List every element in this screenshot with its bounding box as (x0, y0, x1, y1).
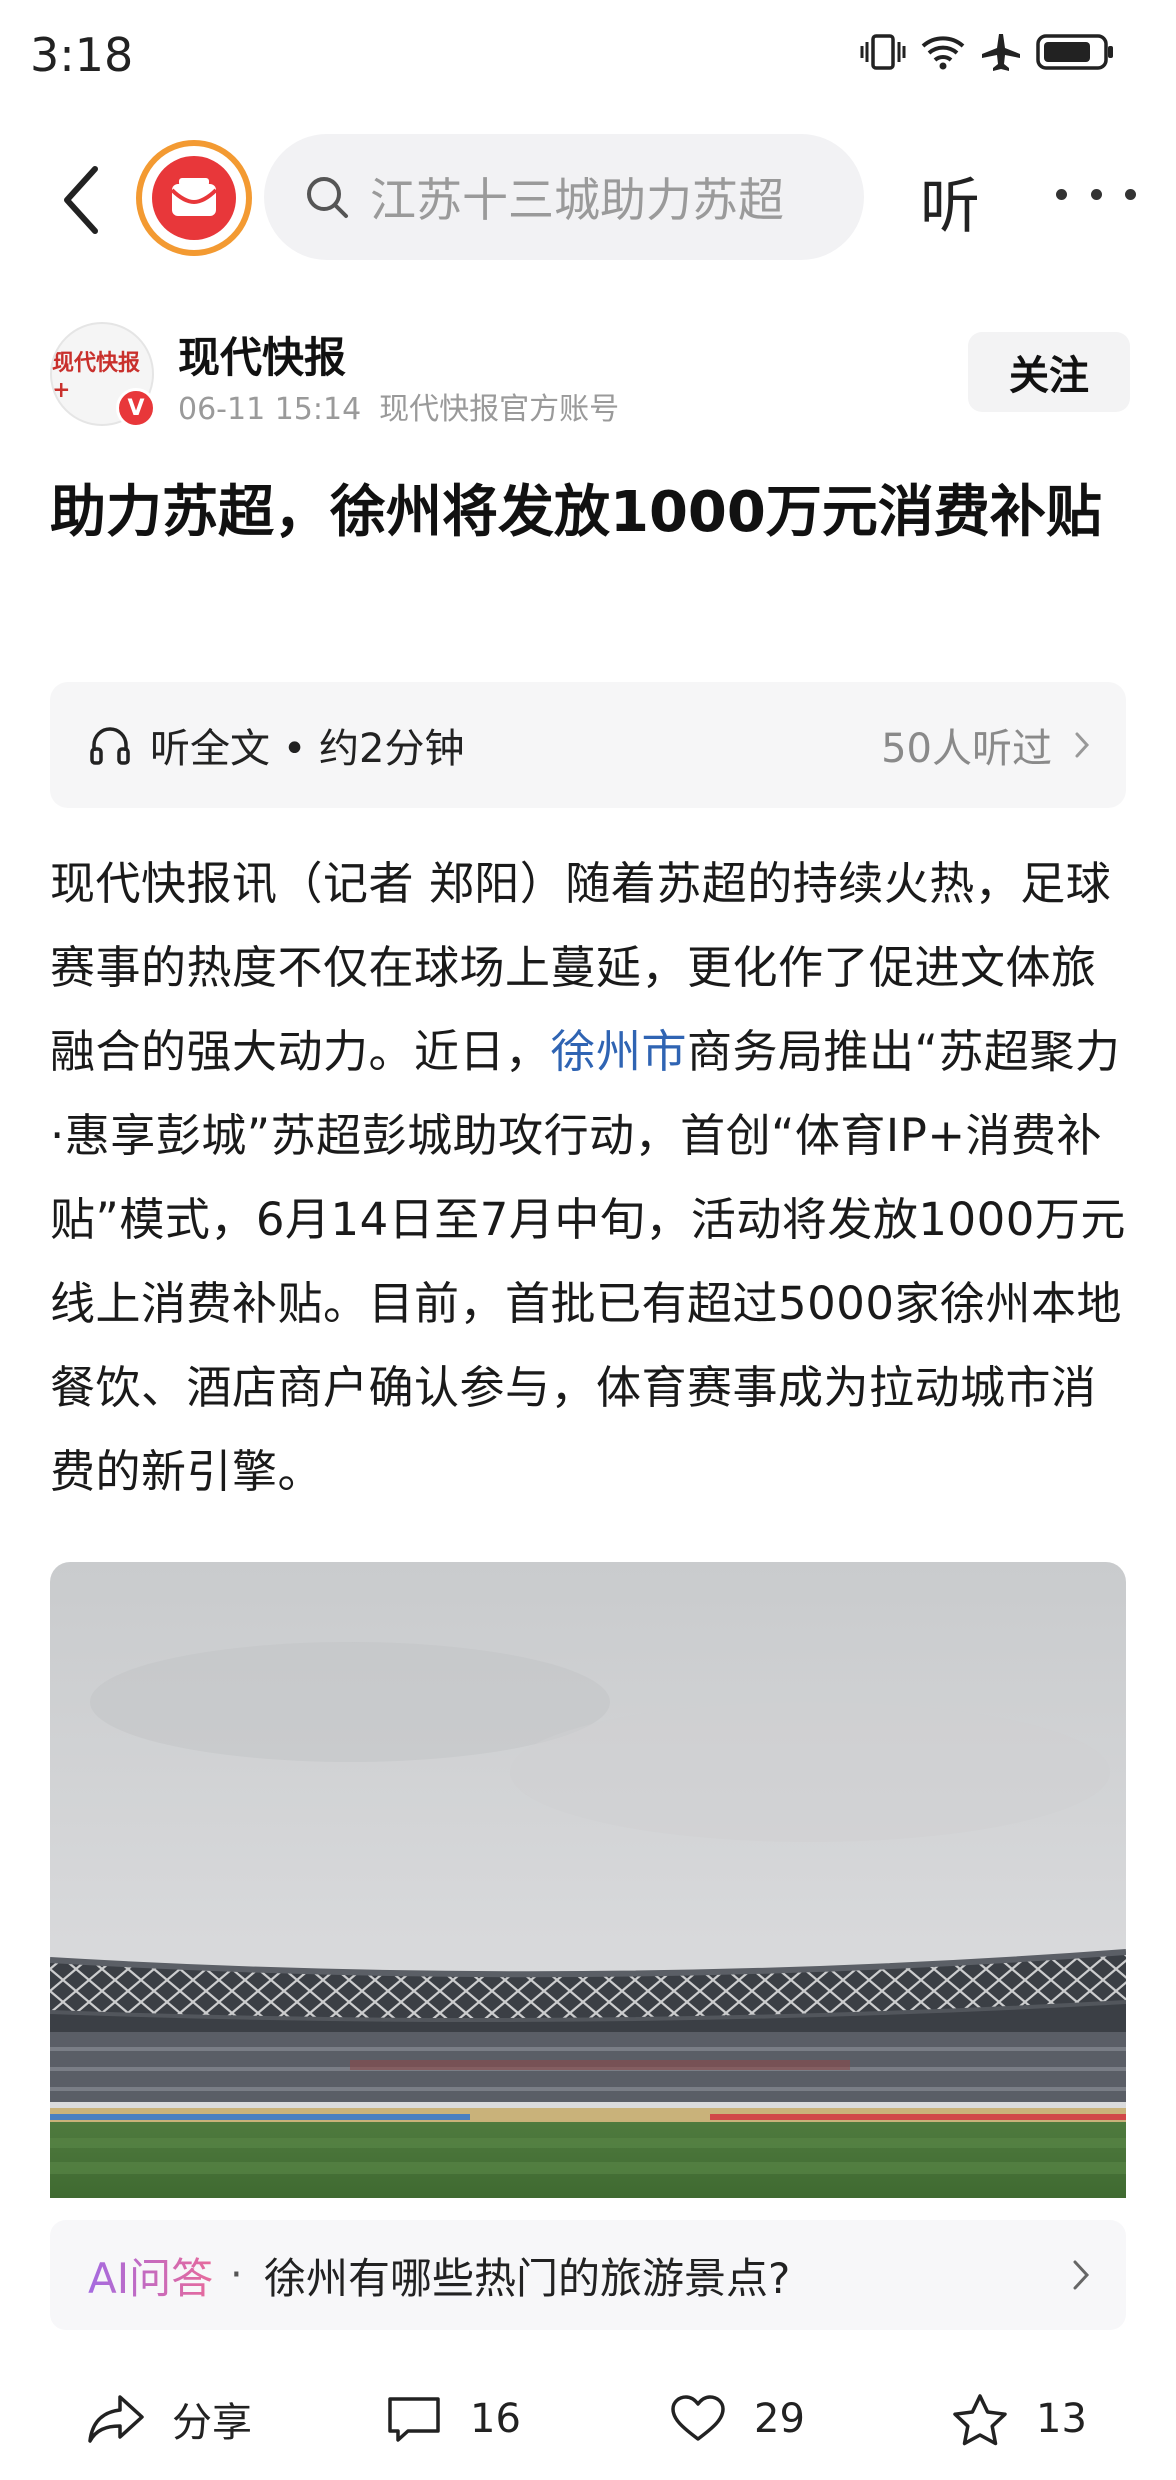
comment-icon (388, 2397, 440, 2442)
listen-duration-label: 听全文 • 约2分钟 (150, 726, 465, 772)
status-icons (860, 32, 1116, 72)
author-meta: 06-11 15:14 现代快报官方账号 (178, 384, 619, 428)
comment-count: 16 (470, 2396, 521, 2442)
heart-icon (671, 2395, 725, 2441)
more-dot-icon (1090, 188, 1102, 200)
status-bar: 3:18 (0, 0, 1176, 120)
listen-count-label: 50人听过 (881, 726, 1052, 772)
bottom-action-bar: 分享 16 29 13 (0, 2358, 1176, 2480)
app-logo-mark (152, 156, 236, 240)
top-bar: 江苏十三城助力苏超 听 (0, 130, 1176, 270)
back-button[interactable] (46, 160, 116, 240)
listen-count: 50人听过 (881, 682, 1090, 808)
vibrate-icon (860, 34, 906, 70)
body-text-part2: 商务局推出“苏超聚力·惠享彭城”苏超彭城助攻行动，首创“体育IP+消费补贴”模式… (50, 1025, 1126, 1498)
search-placeholder: 江苏十三城助力苏超 (370, 173, 784, 227)
more-dot-icon (1125, 188, 1136, 200)
share-icon (88, 2395, 144, 2443)
article-body: 现代快报讯（记者 郑阳）随着苏超的持续火热，足球赛事的热度不仅在球场上蔓延，更化… (50, 842, 1130, 1514)
ai-chevron (1072, 2220, 1090, 2330)
favorite-count: 13 (1036, 2396, 1087, 2442)
app-logo[interactable] (136, 140, 252, 256)
favorite-button[interactable]: 13 (950, 2358, 1087, 2480)
xuzhou-city-link[interactable]: 徐州市 (551, 1025, 688, 1078)
envelope-icon (170, 178, 218, 216)
author-name[interactable]: 现代快报 (178, 324, 346, 385)
more-dot-icon (1056, 188, 1067, 200)
listen-button[interactable]: 听 (920, 158, 980, 245)
article-image-stadium[interactable] (50, 1562, 1126, 2198)
stadium-image (50, 1562, 1126, 2198)
star-icon (953, 2394, 1007, 2446)
listen-full-text-bar[interactable]: 听全文 • 约2分钟 50人听过 (50, 682, 1126, 808)
follow-button[interactable]: 关注 (968, 332, 1130, 412)
like-count: 29 (754, 2396, 805, 2442)
wifi-icon (921, 36, 965, 70)
author-row: 现代快报+ V 现代快报 06-11 15:14 现代快报官方账号 关注 (50, 322, 1130, 432)
headphones-icon (90, 727, 130, 765)
listen-full-text: 听全文 • 约2分钟 (88, 682, 464, 808)
publish-date: 06-11 15:14 (178, 392, 362, 427)
back-arrow-icon (64, 166, 98, 234)
ai-question: 徐州有哪些热门的旅游景点? (264, 2253, 791, 2303)
verified-badge: V (116, 388, 156, 428)
status-time: 3:18 (30, 28, 134, 82)
airplane-mode-icon (982, 34, 1020, 71)
chevron-right-icon (1075, 732, 1090, 758)
ai-qa-label: AI问答 (88, 2220, 213, 2330)
battery-icon (1036, 34, 1113, 70)
share-label: 分享 (172, 2400, 252, 2446)
comment-button[interactable]: 16 (384, 2358, 521, 2480)
account-type: 现代快报官方账号 (379, 392, 620, 427)
share-button[interactable]: 分享 (86, 2358, 252, 2480)
ai-qa-bar[interactable]: AI问答 · 徐州有哪些热门的旅游景点? (50, 2220, 1126, 2330)
more-options-button[interactable] (1056, 164, 1136, 224)
ai-separator: · (230, 2252, 243, 2298)
search-input[interactable]: 江苏十三城助力苏超 (264, 134, 864, 260)
article-title: 助力苏超，徐州将发放1000万元消费补贴 (50, 480, 1102, 545)
search-icon (307, 177, 348, 218)
chevron-right-icon (1073, 2260, 1090, 2290)
like-button[interactable]: 29 (668, 2358, 805, 2480)
